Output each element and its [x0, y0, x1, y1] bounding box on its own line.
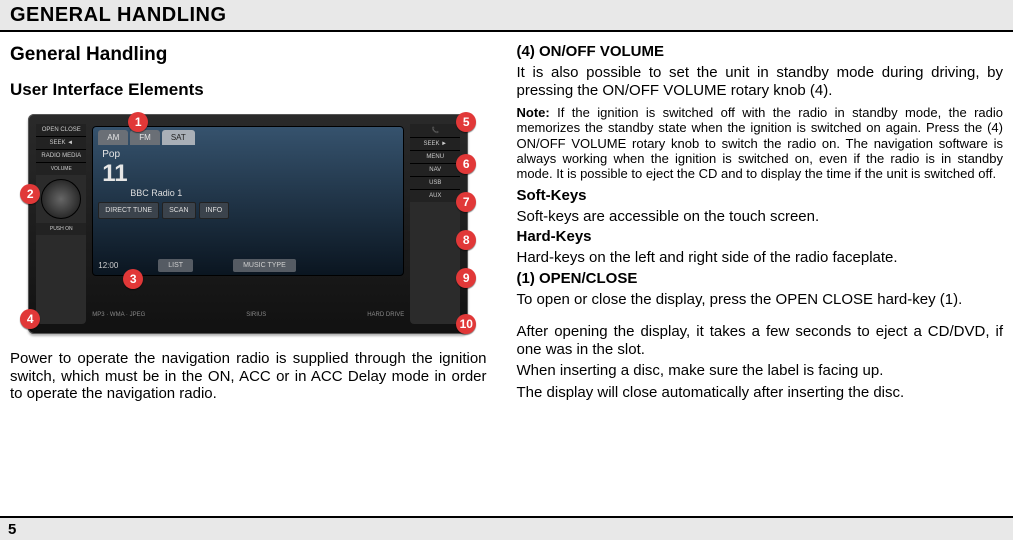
note-paragraph: Note: If the ignition is switched off wi… — [517, 105, 1004, 180]
hardkey-menu[interactable]: MENU — [410, 151, 460, 164]
section-1-p2: After opening the display, it takes a fe… — [517, 323, 1004, 358]
clock-time: 12:00 — [98, 261, 118, 270]
page-number: 5 — [8, 521, 16, 538]
hardkey-phone[interactable]: 📞 — [410, 124, 460, 138]
section-1-title: (1) OPEN/CLOSE — [517, 270, 1004, 287]
content-area: General Handling User Interface Elements… — [0, 32, 1013, 516]
softkey-row: DIRECT TUNE SCAN INFO — [98, 202, 398, 219]
genre-label: Pop — [102, 149, 398, 160]
radio-faceplate: OPEN CLOSE SEEK ◄ RADIO MEDIA VOLUME PUS… — [28, 114, 468, 334]
brand-label: SIRIUS — [246, 312, 266, 318]
callout-8: 8 — [456, 230, 476, 250]
left-column: General Handling User Interface Elements… — [0, 32, 507, 516]
hardkey-volume-label: VOLUME — [36, 163, 86, 175]
section-1-p1: To open or close the display, press the … — [517, 291, 1004, 309]
callout-4: 4 — [20, 309, 40, 329]
hardkey-aux[interactable]: AUX — [410, 190, 460, 202]
right-hardkeys-strip: 📞 SEEK ► MENU NAV USB AUX — [410, 124, 460, 324]
hardkeys-heading: Hard-Keys — [517, 228, 1004, 245]
now-playing: Pop 11 BBC Radio 1 — [98, 145, 398, 198]
left-paragraph: Power to operate the navigation radio is… — [10, 350, 487, 403]
section-header: GENERAL HANDLING — [0, 0, 1013, 32]
callout-9: 9 — [456, 268, 476, 288]
callout-6: 6 — [456, 154, 476, 174]
section-4-p1: It is also possible to set the unit in s… — [517, 64, 1004, 99]
subheading: User Interface Elements — [10, 80, 487, 100]
hardkey-seek-fwd[interactable]: SEEK ► — [410, 138, 460, 151]
hard-drive-label: HARD DRIVE — [367, 312, 404, 318]
volume-knob[interactable] — [41, 179, 81, 219]
hardkey-nav[interactable]: NAV — [410, 164, 460, 177]
section-1-p3: When inserting a disc, make sure the lab… — [517, 362, 1004, 380]
codec-label: MP3 · WMA · JPEG — [92, 312, 145, 318]
page-title: General Handling — [10, 44, 487, 66]
note-body: If the ignition is switched off with the… — [517, 105, 1004, 180]
hardkeys-p: Hard-keys on the left and right side of … — [517, 249, 1004, 267]
note-label: Note: — [517, 105, 550, 120]
tab-sat[interactable]: SAT — [162, 130, 195, 145]
push-on-label: PUSH ON — [36, 223, 86, 235]
preset-number: 11 — [102, 160, 127, 187]
page-footer: 5 — [0, 516, 1013, 540]
softkey-list[interactable]: LIST — [158, 259, 193, 272]
hardkey-open-close[interactable]: OPEN CLOSE — [36, 124, 86, 137]
right-column: (4) ON/OFF VOLUME It is also possible to… — [507, 32, 1013, 516]
left-hardkeys-strip: OPEN CLOSE SEEK ◄ RADIO MEDIA VOLUME PUS… — [36, 124, 86, 324]
softkey-scan[interactable]: SCAN — [162, 202, 195, 219]
callout-5: 5 — [456, 112, 476, 132]
station-name: BBC Radio 1 — [102, 188, 398, 198]
softkey-music-type[interactable]: MUSIC TYPE — [233, 259, 296, 272]
hardkey-radio-media[interactable]: RADIO MEDIA — [36, 150, 86, 163]
faceplate-bottom-labels: MP3 · WMA · JPEG SIRIUS HARD DRIVE — [92, 312, 404, 318]
softkeys-heading: Soft-Keys — [517, 187, 1004, 204]
section-title: GENERAL HANDLING — [10, 4, 1003, 27]
callout-10: 10 — [456, 314, 476, 334]
softkeys-p: Soft-keys are accessible on the touch sc… — [517, 208, 1004, 226]
callout-3: 3 — [123, 269, 143, 289]
device-figure: OPEN CLOSE SEEK ◄ RADIO MEDIA VOLUME PUS… — [13, 114, 483, 334]
softkey-direct-tune[interactable]: DIRECT TUNE — [98, 202, 159, 219]
hardkey-seek-back[interactable]: SEEK ◄ — [36, 137, 86, 150]
callout-7: 7 — [456, 192, 476, 212]
softkey-info[interactable]: INFO — [199, 202, 230, 219]
hardkey-usb[interactable]: USB — [410, 177, 460, 190]
tab-fm[interactable]: FM — [130, 130, 160, 145]
bottom-bar: 12:00 LIST MUSIC TYPE — [98, 259, 398, 272]
section-4-title: (4) ON/OFF VOLUME — [517, 43, 1004, 60]
section-1-p4: The display will close automatically aft… — [517, 384, 1004, 402]
touch-screen[interactable]: AM FM SAT Pop 11 BBC Radio 1 DIRECT TUNE — [92, 126, 404, 276]
tab-am[interactable]: AM — [98, 130, 128, 145]
band-tabs: AM FM SAT — [98, 130, 398, 145]
